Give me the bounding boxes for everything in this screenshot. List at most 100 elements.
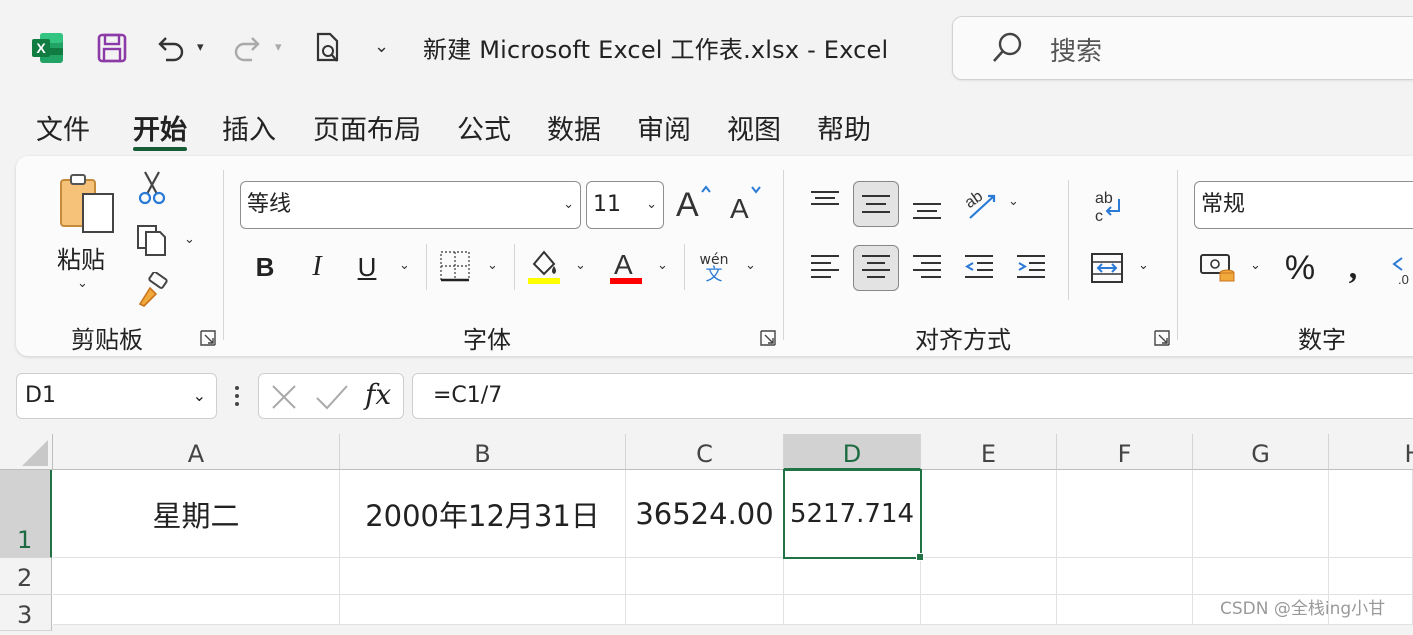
paste-icon[interactable] [56, 172, 118, 238]
tab-review[interactable]: 审阅 [637, 108, 691, 147]
print-preview-icon[interactable] [308, 28, 348, 68]
font-name-combo[interactable]: 等线 ⌄ [240, 181, 581, 229]
align-middle-icon[interactable] [853, 181, 899, 227]
chevron-down-icon[interactable]: ⌄ [646, 182, 657, 228]
comma-style-icon[interactable]: , [1336, 248, 1370, 288]
cell-a3[interactable] [53, 595, 340, 625]
cell-g2[interactable] [1193, 558, 1329, 595]
align-left-icon[interactable] [804, 246, 846, 290]
copy-icon[interactable] [134, 222, 170, 258]
cell-d2[interactable] [784, 558, 921, 595]
cut-icon[interactable] [136, 170, 168, 206]
underline-icon[interactable]: U [350, 250, 384, 284]
cell-b1[interactable]: 2000年12月31日 [340, 470, 626, 558]
cell-h1[interactable] [1329, 470, 1413, 558]
cell-g1[interactable] [1193, 470, 1329, 558]
enter-icon[interactable] [315, 382, 349, 412]
tab-view[interactable]: 视图 [727, 108, 781, 147]
text-orientation-icon[interactable]: ab [958, 182, 1000, 226]
insert-function-icon[interactable]: fx [365, 378, 391, 411]
increase-decimal-icon[interactable]: .0 [1390, 248, 1413, 288]
cell-c2[interactable] [626, 558, 784, 595]
cell-f3[interactable] [1057, 595, 1193, 625]
fill-color-dropdown-icon[interactable]: ⌄ [575, 258, 586, 273]
row-header[interactable]: 3 [0, 595, 52, 631]
row-header[interactable]: 2 [0, 558, 52, 595]
underline-dropdown-icon[interactable]: ⌄ [399, 258, 410, 273]
cell-a1[interactable]: 星期二 [53, 470, 340, 558]
font-size-combo[interactable]: 11 ⌄ [586, 181, 664, 229]
save-icon[interactable] [92, 28, 132, 68]
tab-help[interactable]: 帮助 [817, 108, 871, 147]
more-options-icon[interactable] [233, 384, 241, 408]
chevron-down-icon[interactable]: ⌄ [563, 182, 574, 228]
clipboard-launcher-icon[interactable] [200, 330, 216, 346]
paste-dropdown-icon[interactable]: ⌄ [77, 276, 88, 291]
font-color-icon[interactable]: A [608, 246, 644, 286]
cell-f2[interactable] [1057, 558, 1193, 595]
merge-dropdown-icon[interactable]: ⌄ [1138, 258, 1149, 273]
font-launcher-icon[interactable] [760, 330, 776, 346]
formula-input[interactable]: =C1/7 [412, 373, 1413, 419]
column-header[interactable]: F [1057, 434, 1193, 470]
font-color-dropdown-icon[interactable]: ⌄ [657, 258, 668, 273]
borders-dropdown-icon[interactable]: ⌄ [487, 258, 498, 273]
fill-handle[interactable] [916, 553, 924, 561]
alignment-launcher-icon[interactable] [1154, 330, 1170, 346]
tab-file[interactable]: 文件 [36, 108, 90, 147]
column-header[interactable]: C [626, 434, 784, 470]
format-painter-icon[interactable] [134, 272, 170, 308]
phonetic-guide-icon[interactable]: wén 文 [696, 248, 732, 288]
paste-label[interactable]: 粘贴 [57, 240, 105, 275]
orientation-dropdown-icon[interactable]: ⌄ [1008, 194, 1019, 209]
align-top-icon[interactable] [804, 182, 846, 226]
column-header-selected[interactable]: D [784, 434, 921, 470]
name-box[interactable]: D1 ⌄ [16, 373, 217, 419]
cell-c1[interactable]: 36524.00 [626, 470, 784, 558]
wrap-text-icon[interactable]: ab c [1086, 184, 1128, 228]
cell-c3[interactable] [626, 595, 784, 625]
chevron-down-icon[interactable]: ⌄ [193, 374, 206, 418]
cell-e1[interactable] [921, 470, 1057, 558]
merge-center-icon[interactable] [1086, 248, 1128, 288]
select-all-corner[interactable] [0, 434, 53, 470]
row-header-selected[interactable]: 1 [0, 470, 52, 558]
increase-indent-icon[interactable] [1010, 246, 1052, 290]
increase-font-size-icon[interactable]: A [674, 182, 714, 226]
cell-f1[interactable] [1057, 470, 1193, 558]
column-header[interactable]: B [340, 434, 626, 470]
tab-formulas[interactable]: 公式 [457, 108, 511, 147]
decrease-font-size-icon[interactable]: A [728, 182, 768, 226]
copy-dropdown-icon[interactable]: ⌄ [184, 232, 195, 247]
align-center-icon[interactable] [853, 245, 899, 291]
decrease-indent-icon[interactable] [958, 246, 1000, 290]
cell-h2[interactable] [1329, 558, 1413, 595]
cell-e3[interactable] [921, 595, 1057, 625]
align-bottom-icon[interactable] [906, 184, 948, 228]
cell-a2[interactable] [53, 558, 340, 595]
column-header[interactable]: H [1329, 434, 1413, 470]
fill-color-icon[interactable] [526, 246, 562, 286]
cancel-icon[interactable] [269, 382, 299, 412]
borders-icon[interactable] [438, 248, 472, 284]
redo-icon[interactable] [228, 28, 268, 68]
cell-b2[interactable] [340, 558, 626, 595]
bold-icon[interactable]: B [248, 250, 282, 284]
cell-d3[interactable] [784, 595, 921, 625]
accounting-format-icon[interactable] [1198, 248, 1238, 288]
italic-icon[interactable]: I [300, 250, 334, 284]
cell-b3[interactable] [340, 595, 626, 625]
column-header[interactable]: E [921, 434, 1057, 470]
undo-icon[interactable] [150, 28, 190, 68]
percent-style-icon[interactable]: % [1280, 248, 1320, 288]
tab-page-layout[interactable]: 页面布局 [313, 108, 421, 147]
cell-e2[interactable] [921, 558, 1057, 595]
customize-qat-icon[interactable]: ⌄ [374, 36, 389, 57]
phonetic-dropdown-icon[interactable]: ⌄ [745, 258, 756, 273]
redo-dropdown-icon[interactable]: ▾ [275, 40, 282, 55]
undo-dropdown-icon[interactable]: ▾ [197, 40, 204, 55]
accounting-dropdown-icon[interactable]: ⌄ [1250, 258, 1261, 273]
tab-insert[interactable]: 插入 [222, 108, 276, 147]
column-header[interactable]: A [53, 434, 340, 470]
tab-home[interactable]: 开始 [133, 108, 187, 147]
